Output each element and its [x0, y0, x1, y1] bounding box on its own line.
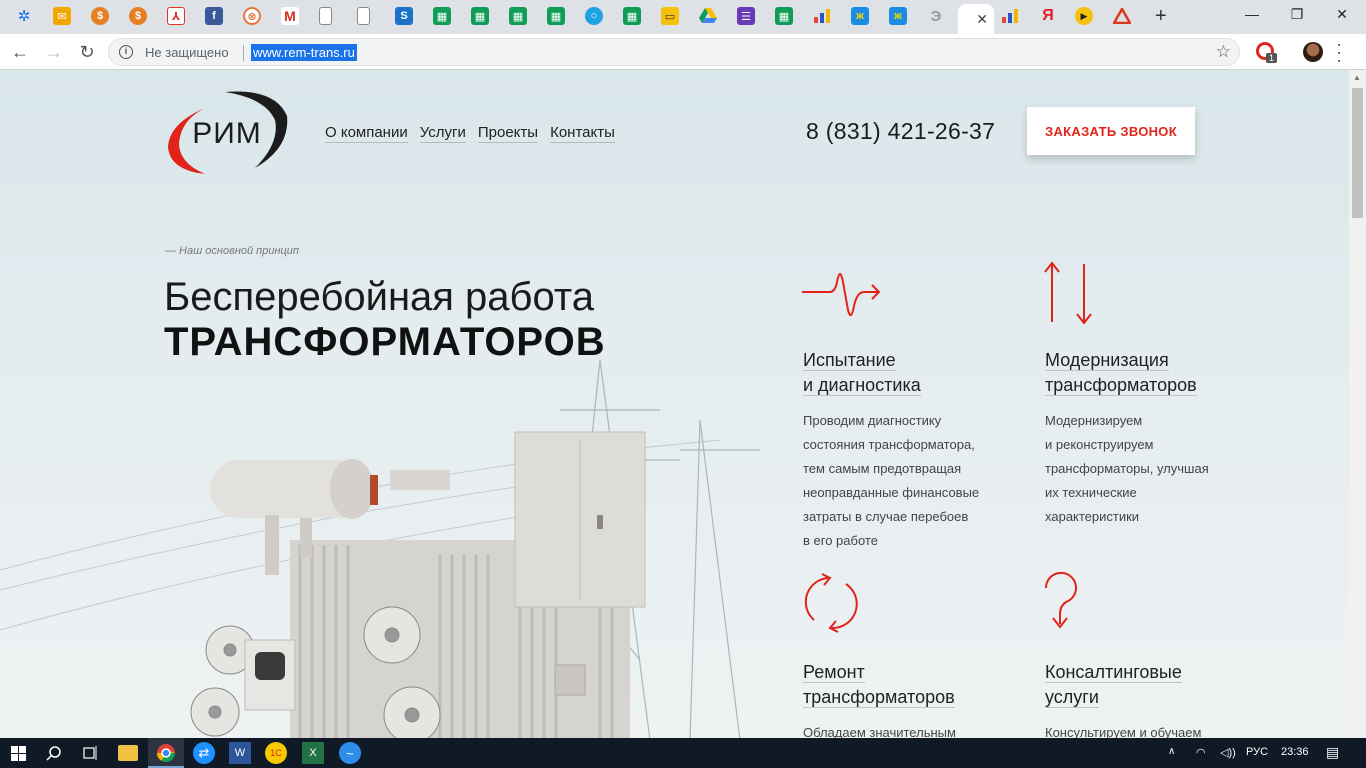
restore-button[interactable]: ❐: [1285, 6, 1309, 23]
service-title[interactable]: Испытание и диагностика: [803, 348, 921, 398]
nav-about[interactable]: О компании: [325, 124, 408, 143]
windows-taskbar: ⇄ W 1С X ~ ∧ ◠ ◁)) РУС 23:36 ▤: [0, 738, 1366, 768]
letter-e-icon[interactable]: Э: [927, 7, 945, 25]
language-indicator[interactable]: РУС: [1246, 746, 1268, 758]
analytics-icon[interactable]: [1001, 7, 1019, 25]
forward-button[interactable]: →: [42, 40, 66, 64]
task-view-icon[interactable]: [79, 742, 101, 764]
chat-icon[interactable]: ○: [585, 7, 603, 25]
sheets-icon[interactable]: ▦: [775, 7, 793, 25]
taskbar-chrome-active[interactable]: [148, 738, 184, 768]
analytics-icon[interactable]: [813, 7, 831, 25]
sharepoint-icon[interactable]: S: [395, 7, 413, 25]
sheets-icon[interactable]: ▦: [623, 7, 641, 25]
service-title[interactable]: Модернизация трансформаторов: [1045, 348, 1197, 398]
drive-icon[interactable]: [699, 7, 717, 25]
service-title[interactable]: Ремонт трансформаторов: [803, 660, 955, 710]
excel-icon[interactable]: X: [302, 742, 324, 764]
forms-icon[interactable]: ☰: [737, 7, 755, 25]
teamviewer-icon[interactable]: ⇄: [193, 742, 215, 764]
windows-start-icon[interactable]: [7, 742, 29, 764]
back-button[interactable]: ←: [8, 40, 32, 64]
hero-title-line1: Бесперебойная работа: [164, 275, 594, 319]
browser-toolbar: ← → ↻ i Не защищено www.rem-trans.ru ☆: [0, 34, 1366, 70]
word-icon[interactable]: W: [229, 742, 251, 764]
warning-icon[interactable]: [1113, 7, 1131, 25]
yandex-icon[interactable]: Я: [1039, 7, 1057, 25]
pdf-icon[interactable]: ⅄: [167, 7, 185, 25]
tab-active[interactable]: ✕: [958, 4, 994, 34]
url-separator: [243, 45, 244, 61]
clock[interactable]: 23:36: [1281, 746, 1309, 758]
extension-badge: 1: [1266, 53, 1278, 63]
security-label: Не защищено: [145, 45, 229, 60]
close-window-button[interactable]: ✕: [1330, 6, 1354, 23]
service-description: Обладаем значительным: [803, 725, 956, 738]
main-nav: О компании Услуги Проекты Контакты: [325, 124, 615, 143]
address-bar[interactable]: i Не защищено www.rem-trans.ru ☆: [108, 38, 1240, 66]
document-icon[interactable]: [357, 7, 370, 25]
avatar[interactable]: [1303, 42, 1323, 62]
1c-icon[interactable]: 1С: [265, 742, 287, 764]
hero-title-line2: ТРАНСФОРМАТОРОВ: [164, 320, 606, 364]
refresh-cycle-icon: [804, 573, 858, 633]
star-icon[interactable]: ☆: [1216, 42, 1231, 62]
slides-icon[interactable]: ▭: [661, 7, 679, 25]
reload-button[interactable]: ↻: [75, 40, 99, 64]
service-description: Проводим диагностику состояния трансформа…: [803, 413, 980, 548]
document-icon[interactable]: [319, 7, 332, 25]
sheets-icon[interactable]: ▦: [509, 7, 527, 25]
calculator-icon[interactable]: ⊗: [243, 7, 261, 25]
volume-icon[interactable]: ◁)): [1220, 746, 1236, 759]
coin-icon[interactable]: $: [129, 7, 147, 25]
sheets-icon[interactable]: ▦: [547, 7, 565, 25]
sheets-icon[interactable]: ▦: [433, 7, 451, 25]
rim-logo[interactable]: РИМ: [165, 88, 290, 176]
service-title[interactable]: Консалтинговые услуги: [1045, 660, 1182, 710]
sheets-icon[interactable]: ▦: [471, 7, 489, 25]
nav-contacts[interactable]: Контакты: [550, 124, 615, 143]
service-description: Модернизируем и реконструируем трансформа…: [1045, 413, 1209, 524]
hero-tagline: — Наш основной принцип: [165, 245, 299, 257]
edge-icon[interactable]: ~: [339, 742, 361, 764]
info-icon[interactable]: i: [119, 45, 133, 59]
gmail-icon[interactable]: M: [281, 7, 299, 25]
sport-icon[interactable]: ж: [851, 7, 869, 25]
transformer-illustration: [0, 359, 760, 738]
tab-strip: ✲ ✉ $ $ ⅄ f ⊗ M S ▦ ▦ ▦ ▦ ○ ▦ ▭ ☰ ▦ ж ж …: [0, 0, 1366, 34]
sport-icon[interactable]: ж: [889, 7, 907, 25]
tray-expand-icon[interactable]: ∧: [1168, 746, 1175, 757]
coin-icon[interactable]: $: [91, 7, 109, 25]
nav-services[interactable]: Услуги: [419, 124, 466, 143]
mail-icon[interactable]: ✉: [53, 7, 71, 25]
pulse-icon: [802, 273, 881, 317]
notifications-icon[interactable]: ▤: [1326, 744, 1339, 761]
menu-dots-icon[interactable]: · · ·: [1336, 35, 1342, 69]
minimize-button[interactable]: —: [1240, 6, 1264, 22]
url-text[interactable]: www.rem-trans.ru: [251, 44, 357, 61]
search-icon[interactable]: [43, 742, 65, 764]
play-icon[interactable]: ▶: [1075, 7, 1093, 25]
scrollbar-thumb[interactable]: [1352, 88, 1363, 218]
wifi-icon[interactable]: ◠: [1196, 746, 1206, 759]
up-down-arrows-icon: [1044, 261, 1092, 325]
gear-icon[interactable]: ✲: [15, 7, 33, 25]
service-description: Консультируем и обучаем: [1045, 725, 1202, 738]
page-viewport: РИМ О компании Услуги Проекты Контакты 8…: [0, 70, 1349, 738]
close-icon[interactable]: ✕: [976, 12, 988, 26]
new-tab-button[interactable]: +: [1155, 5, 1167, 28]
request-call-button[interactable]: ЗАКАЗАТЬ ЗВОНОК: [1027, 107, 1195, 155]
logo-text: РИМ: [192, 117, 262, 150]
facebook-icon[interactable]: f: [205, 7, 223, 25]
question-mark-icon: [1044, 572, 1077, 629]
file-explorer-icon[interactable]: [118, 745, 138, 761]
scroll-up-arrow-icon[interactable]: ▲: [1353, 73, 1361, 82]
nav-projects[interactable]: Проекты: [477, 124, 539, 143]
phone-number[interactable]: 8 (831) 421-26-37: [806, 118, 995, 145]
